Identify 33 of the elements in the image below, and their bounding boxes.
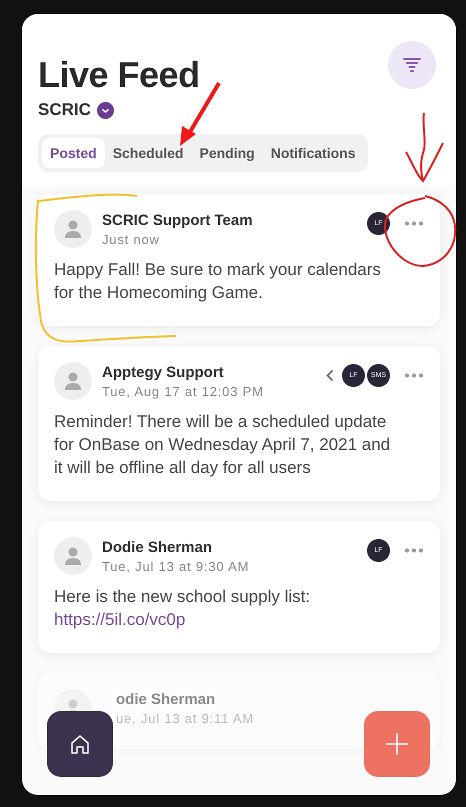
tab[interactable]: Posted — [42, 138, 105, 168]
post-author: odie Sherman — [116, 690, 216, 708]
annotation-arrow — [405, 112, 444, 182]
more-icon[interactable] — [404, 548, 424, 553]
post-time: Tue, Aug 17 at 12:03 PM — [102, 384, 265, 398]
plus-icon — [385, 732, 409, 756]
avatar-icon — [54, 362, 92, 400]
more-icon[interactable] — [404, 221, 424, 226]
filter-button[interactable] — [388, 41, 436, 89]
more-icon[interactable] — [404, 373, 424, 378]
avatar-icon — [54, 537, 92, 575]
post-author: Apptegy Support — [102, 364, 225, 380]
post-time: Tue, Jul 13 at 9:30 AM — [102, 558, 250, 574]
page-title: Live Feed — [38, 54, 200, 96]
tab[interactable]: Scheduled — [104, 138, 192, 168]
post-time: Just now — [102, 232, 161, 246]
tab[interactable]: Notifications — [262, 138, 364, 168]
dropdown-icon[interactable] — [96, 102, 114, 118]
filter-icon — [403, 58, 421, 72]
home-icon — [69, 733, 91, 755]
post-text: Here is the new school supply list: https://5il.co/vc0p — [54, 586, 312, 631]
post-time: ue, Jul 13 at 9:11 AM — [116, 710, 255, 726]
add-button[interactable] — [364, 711, 430, 777]
post-text: Reminder! There will be a scheduled update for OnBase on Wednesday April 7, 2021 and it will be offline all day for all users — [54, 411, 392, 479]
organization-name: SCRIC — [38, 100, 91, 120]
post-link[interactable]: https://5il.co/vc0p — [54, 610, 186, 629]
post-author: SCRIC Support Team — [102, 212, 254, 228]
home-button[interactable] — [47, 711, 113, 777]
tab[interactable]: Pending — [191, 138, 263, 168]
post-text: Happy Fall! Be sure to mark your calendars for the Homecoming Game. — [54, 259, 382, 304]
avatar-icon — [54, 210, 92, 248]
chevron-left-icon[interactable] — [326, 369, 334, 382]
post-author: Dodie Sherman — [102, 538, 214, 556]
